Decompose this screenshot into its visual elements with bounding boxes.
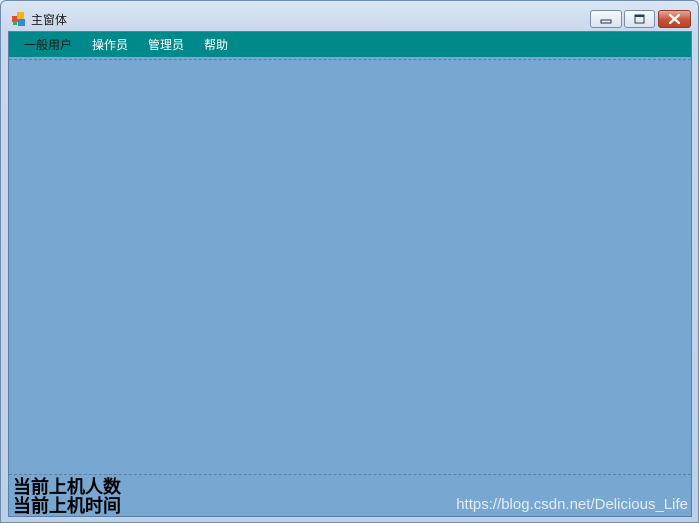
online-time-label: 当前上机时间 (13, 496, 121, 517)
menu-item-operator[interactable]: 操作员 (92, 37, 128, 53)
menu-item-administrator[interactable]: 管理员 (148, 37, 184, 53)
menu-item-help[interactable]: 帮助 (204, 37, 228, 53)
close-icon (668, 13, 681, 25)
bottom-separator (9, 474, 691, 475)
window-title: 主窗体 (31, 13, 68, 27)
online-count-label: 当前上机人数 (13, 477, 121, 498)
app-windows-icon (12, 12, 25, 26)
menu-bar: 一般用户 操作员 管理员 帮助 (9, 32, 691, 57)
close-button[interactable] (658, 10, 691, 28)
client-area: 一般用户 操作员 管理员 帮助 当前上机人数 当前上机时间 https://bl… (8, 31, 692, 517)
menu-item-general-user[interactable]: 一般用户 (24, 37, 72, 53)
maximize-button[interactable] (624, 10, 655, 28)
main-window: 主窗体 一般用户 操作员 管理员 帮助 当前上机人数 当前上机时间 https:… (0, 0, 699, 523)
watermark-text: https://blog.csdn.net/Delicious_Life (456, 496, 688, 513)
minimize-button[interactable] (590, 10, 622, 28)
title-bar[interactable]: 主窗体 (1, 1, 698, 31)
minimize-icon (600, 19, 612, 24)
mdi-container (9, 60, 691, 473)
maximize-icon (634, 14, 645, 24)
